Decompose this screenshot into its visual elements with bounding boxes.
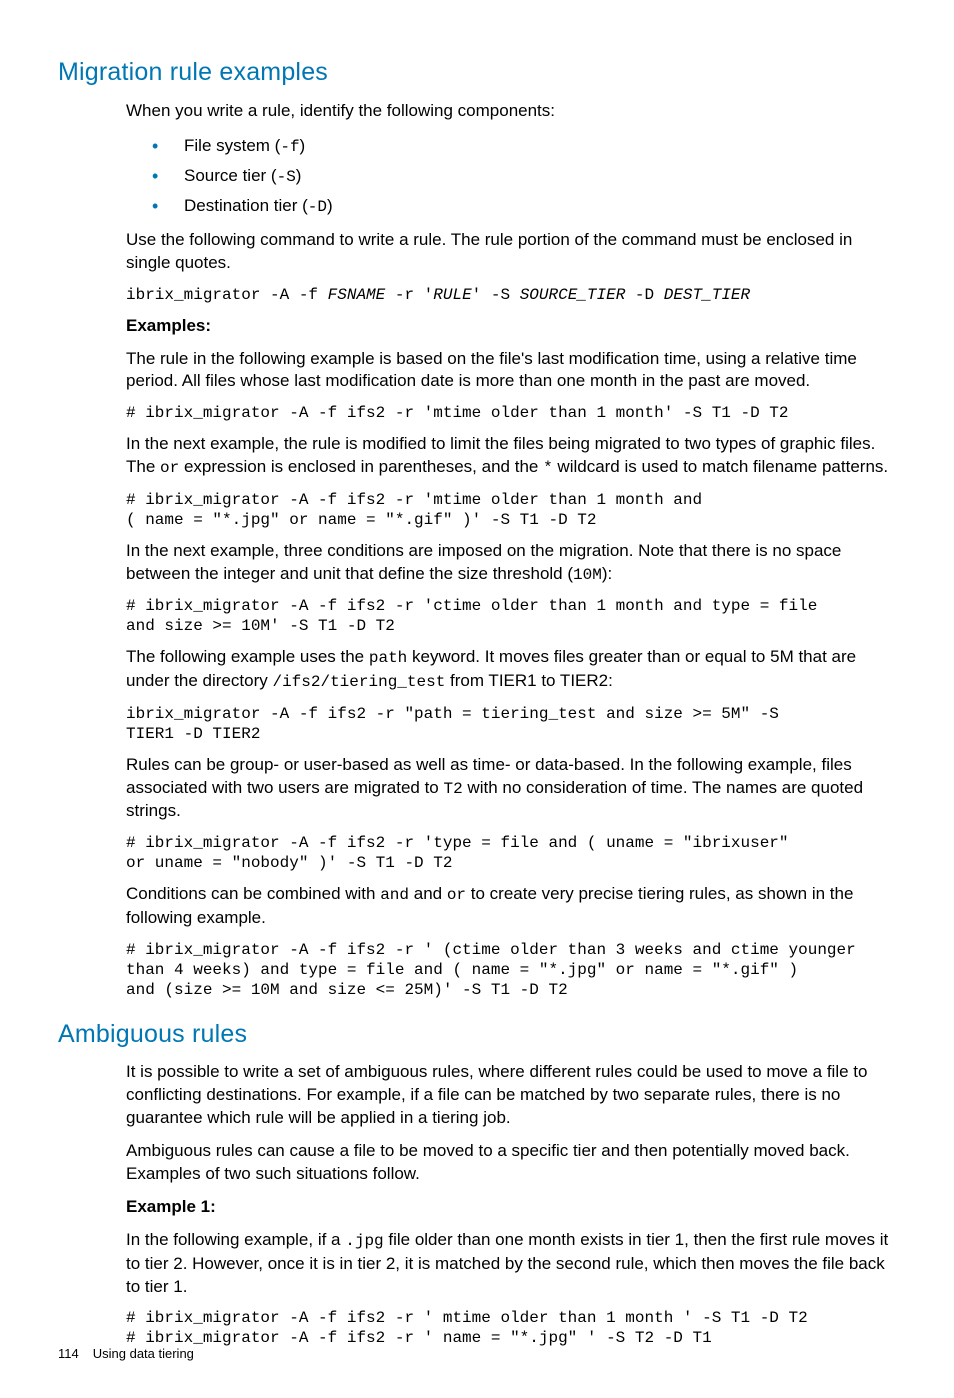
code-block: # ibrix_migrator -A -f ifs2 -r ' (ctime … xyxy=(126,940,892,1000)
body-paragraph: Use the following command to write a rul… xyxy=(126,229,892,275)
code-block: # ibrix_migrator -A -f ifs2 -r 'ctime ol… xyxy=(126,596,892,636)
list-item: File system (-f) xyxy=(126,133,892,159)
code-block: # ibrix_migrator -A -f ifs2 -r 'mtime ol… xyxy=(126,490,892,530)
section-heading-migration: Migration rule examples xyxy=(58,56,896,90)
code-block: # ibrix_migrator -A -f ifs2 -r 'mtime ol… xyxy=(126,403,892,423)
body-paragraph: The following example uses the path keyw… xyxy=(126,646,892,693)
bullet-text: ) xyxy=(300,136,306,155)
bullet-list: File system (-f) Source tier (-S) Destin… xyxy=(126,133,892,219)
body-paragraph: It is possible to write a set of ambiguo… xyxy=(126,1061,892,1130)
bullet-text: Source tier ( xyxy=(184,166,277,185)
examples-label: Examples: xyxy=(126,315,892,338)
code-block: ibrix_migrator -A -f ifs2 -r "path = tie… xyxy=(126,704,892,744)
bullet-code: -D xyxy=(308,198,327,216)
body-paragraph: Rules can be group- or user-based as wel… xyxy=(126,754,892,823)
bullet-text: ) xyxy=(296,166,302,185)
code-block: # ibrix_migrator -A -f ifs2 -r 'type = f… xyxy=(126,833,892,873)
body-paragraph: The rule in the following example is bas… xyxy=(126,348,892,394)
body-paragraph: In the following example, if a .jpg file… xyxy=(126,1229,892,1298)
list-item: Source tier (-S) xyxy=(126,163,892,189)
bullet-code: -S xyxy=(277,168,296,186)
bullet-text: File system ( xyxy=(184,136,280,155)
footer-title: Using data tiering xyxy=(93,1346,194,1361)
body-paragraph: Conditions can be combined with and and … xyxy=(126,883,892,930)
code-command-template: ibrix_migrator -A -f FSNAME -r 'RULE' -S… xyxy=(126,285,892,305)
body-paragraph: In the next example, the rule is modifie… xyxy=(126,433,892,480)
example1-label: Example 1: xyxy=(126,1196,892,1219)
intro-paragraph: When you write a rule, identify the foll… xyxy=(126,100,892,123)
page-footer: 114 Using data tiering xyxy=(58,1345,194,1363)
bullet-code: -f xyxy=(280,138,299,156)
page-number: 114 xyxy=(58,1346,79,1361)
body-paragraph: Ambiguous rules can cause a file to be m… xyxy=(126,1140,892,1186)
body-paragraph: In the next example, three conditions ar… xyxy=(126,540,892,587)
bullet-text: Destination tier ( xyxy=(184,196,308,215)
code-block: # ibrix_migrator -A -f ifs2 -r ' mtime o… xyxy=(126,1308,892,1348)
bullet-text: ) xyxy=(327,196,333,215)
list-item: Destination tier (-D) xyxy=(126,193,892,219)
section-heading-ambiguous: Ambiguous rules xyxy=(58,1018,896,1052)
